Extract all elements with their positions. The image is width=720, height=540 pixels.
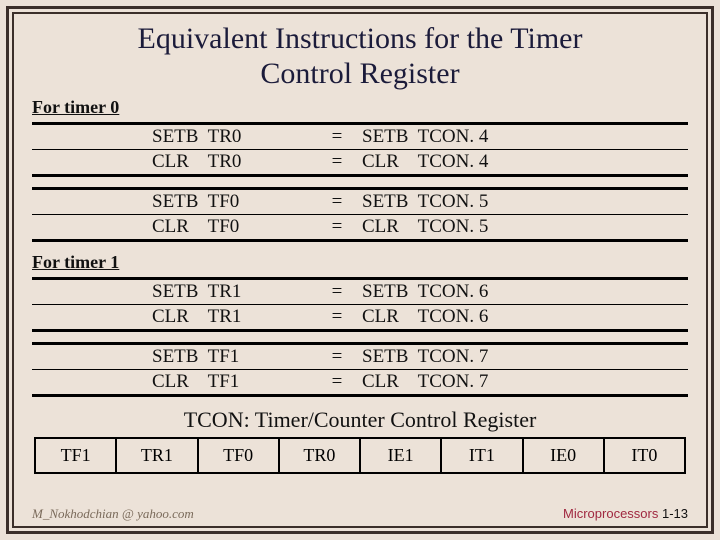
instr-right: CLR TCON. 6 <box>362 306 688 328</box>
footer-page: 1-13 <box>662 506 688 521</box>
instruction-row: SETB TR1 = SETB TCON. 6 <box>32 280 688 304</box>
instr-left: CLR TR0 <box>152 151 312 173</box>
instruction-row: CLR TF0 = CLR TCON. 5 <box>32 215 688 239</box>
instr-left: CLR TF0 <box>152 216 312 238</box>
equals-sign: = <box>312 371 362 393</box>
title-line-1: Equivalent Instructions for the Timer <box>138 22 583 55</box>
instr-left: SETB TF0 <box>152 191 312 213</box>
equals-sign: = <box>312 191 362 213</box>
instr-right: CLR TCON. 4 <box>362 151 688 173</box>
instruction-row: SETB TR0 = SETB TCON. 4 <box>32 125 688 149</box>
instr-right: SETB TCON. 7 <box>362 346 688 368</box>
tcon-register-table: TF1 TR1 TF0 TR0 IE1 IT1 IE0 IT0 <box>34 437 686 474</box>
title-line-2: Control Register <box>260 57 459 90</box>
instruction-block: SETB TR0 = SETB TCON. 4 CLR TR0 = CLR TC… <box>32 122 688 177</box>
instr-right: SETB TCON. 4 <box>362 126 688 148</box>
section-label-timer0: For timer 0 <box>32 97 688 118</box>
reg-bit: IE0 <box>524 439 605 472</box>
instr-right: SETB TCON. 5 <box>362 191 688 213</box>
reg-bit: TF0 <box>199 439 280 472</box>
equals-sign: = <box>312 216 362 238</box>
equals-sign: = <box>312 126 362 148</box>
slide-title: Equivalent Instructions for the Timer Co… <box>32 22 688 91</box>
instr-right: CLR TCON. 7 <box>362 371 688 393</box>
footer-course-text: Microprocessors <box>563 506 662 521</box>
instruction-row: CLR TR1 = CLR TCON. 6 <box>32 305 688 329</box>
register-caption: TCON: Timer/Counter Control Register <box>32 407 688 433</box>
instr-right: CLR TCON. 5 <box>362 216 688 238</box>
instr-left: SETB TR1 <box>152 281 312 303</box>
slide-footer: M_Nokhodchian @ yahoo.com Microprocessor… <box>32 506 688 522</box>
instr-left: CLR TF1 <box>152 371 312 393</box>
footer-email: M_Nokhodchian @ yahoo.com <box>32 506 194 522</box>
instruction-row: SETB TF1 = SETB TCON. 7 <box>32 345 688 369</box>
instruction-row: CLR TF1 = CLR TCON. 7 <box>32 370 688 394</box>
reg-bit: IE1 <box>361 439 442 472</box>
instr-right: SETB TCON. 6 <box>362 281 688 303</box>
reg-bit: TF1 <box>36 439 117 472</box>
instr-left: SETB TF1 <box>152 346 312 368</box>
reg-bit: IT1 <box>442 439 523 472</box>
equals-sign: = <box>312 306 362 328</box>
section-label-timer1: For timer 1 <box>32 252 688 273</box>
instruction-block: SETB TR1 = SETB TCON. 6 CLR TR1 = CLR TC… <box>32 277 688 332</box>
instr-left: CLR TR1 <box>152 306 312 328</box>
reg-bit: IT0 <box>605 439 684 472</box>
reg-bit: TR0 <box>280 439 361 472</box>
equals-sign: = <box>312 151 362 173</box>
instruction-row: SETB TF0 = SETB TCON. 5 <box>32 190 688 214</box>
instruction-row: CLR TR0 = CLR TCON. 4 <box>32 150 688 174</box>
equals-sign: = <box>312 346 362 368</box>
footer-course: Microprocessors 1-13 <box>563 506 688 522</box>
instruction-block: SETB TF1 = SETB TCON. 7 CLR TF1 = CLR TC… <box>32 342 688 397</box>
instruction-block: SETB TF0 = SETB TCON. 5 CLR TF0 = CLR TC… <box>32 187 688 242</box>
instr-left: SETB TR0 <box>152 126 312 148</box>
reg-bit: TR1 <box>117 439 198 472</box>
equals-sign: = <box>312 281 362 303</box>
